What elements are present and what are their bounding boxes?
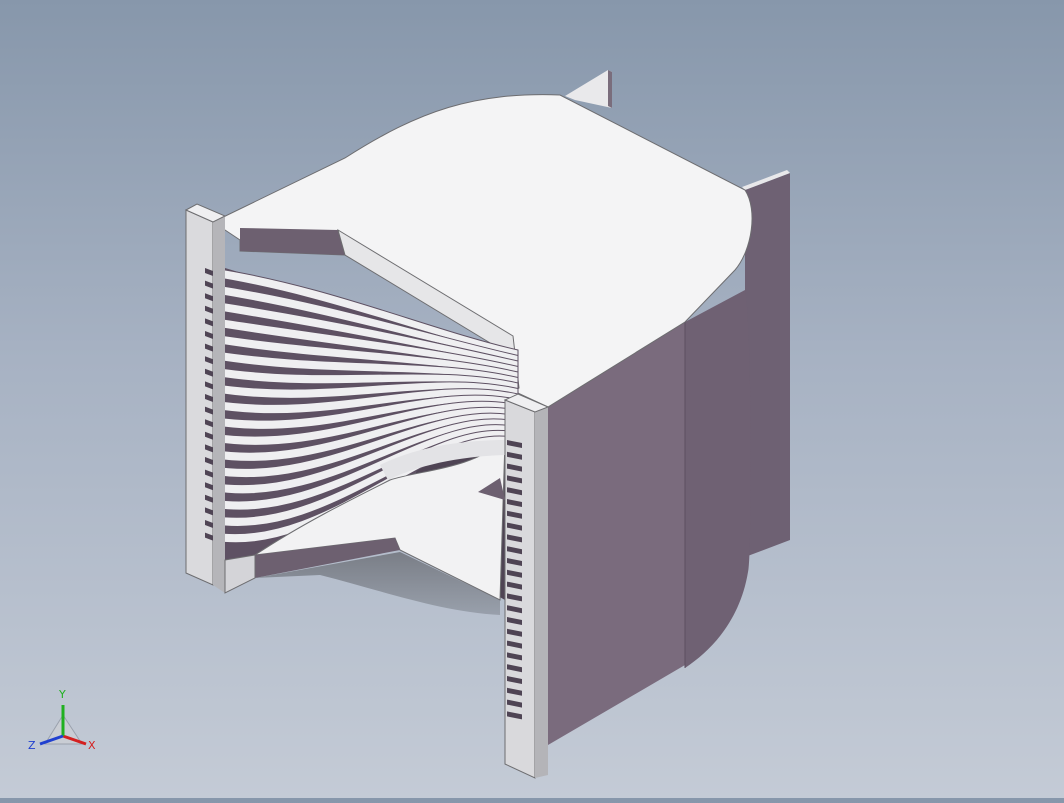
view-triad[interactable]: X Y Z [28, 688, 96, 752]
triad-x-label: X [88, 739, 96, 752]
part-model-view[interactable]: X Y Z [0, 0, 1064, 798]
triad-y-label: Y [58, 688, 66, 701]
graphics-viewport[interactable]: X Y Z [0, 0, 1064, 798]
triad-z-label: Z [28, 739, 36, 752]
right-slotted-plate [503, 393, 550, 779]
